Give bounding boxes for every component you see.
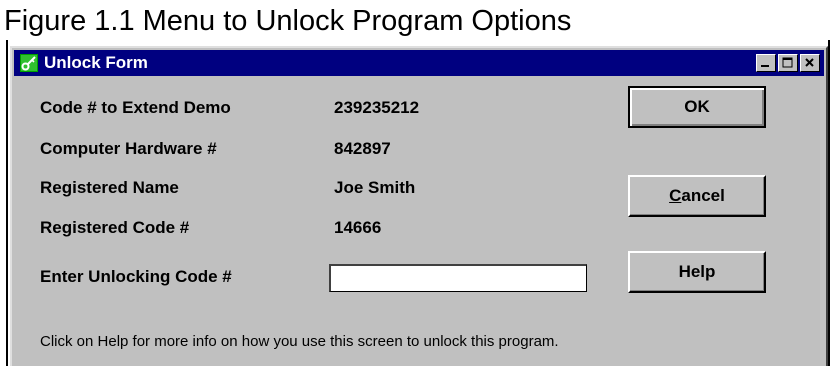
close-icon — [805, 58, 814, 67]
hardware-number-label: Computer Hardware # — [40, 139, 217, 158]
figure-frame-right — [828, 40, 830, 366]
help-info-text: Click on Help for more info on how you u… — [40, 333, 559, 350]
help-button-label: Help — [678, 262, 716, 281]
figure-caption: Figure 1.1 Menu to Unlock Program Option… — [4, 5, 572, 37]
cancel-button[interactable]: Cancel — [628, 175, 766, 217]
help-button[interactable]: Help — [628, 251, 766, 293]
window-title: Unlock Form — [44, 53, 148, 72]
extend-demo-code-label: Code # to Extend Demo — [40, 98, 231, 117]
cancel-button-label: Cancel — [669, 186, 725, 205]
registered-name-value: Joe Smith — [334, 178, 416, 197]
close-button[interactable] — [800, 54, 820, 72]
minimize-icon — [761, 65, 769, 67]
hardware-number-value: 842897 — [334, 139, 391, 158]
figure-frame-left — [6, 40, 8, 366]
maximize-button[interactable] — [778, 54, 798, 72]
unlocking-code-label: Enter Unlocking Code # — [40, 267, 232, 286]
unlocking-code-input[interactable] — [329, 264, 587, 292]
registered-name-label: Registered Name — [40, 178, 179, 197]
ok-button-label: OK — [684, 97, 710, 116]
key-icon — [20, 54, 38, 72]
extend-demo-code-value: 239235212 — [334, 98, 420, 117]
registered-code-label: Registered Code # — [40, 218, 190, 237]
ok-button[interactable]: OK — [628, 86, 766, 128]
registered-code-value: 14666 — [334, 218, 382, 237]
maximize-icon — [782, 57, 793, 68]
unlock-form-window: Unlock Form Code # to Extend Demo 239235… — [10, 46, 828, 366]
title-bar[interactable]: Unlock Form — [14, 50, 824, 76]
minimize-button[interactable] — [756, 54, 776, 72]
